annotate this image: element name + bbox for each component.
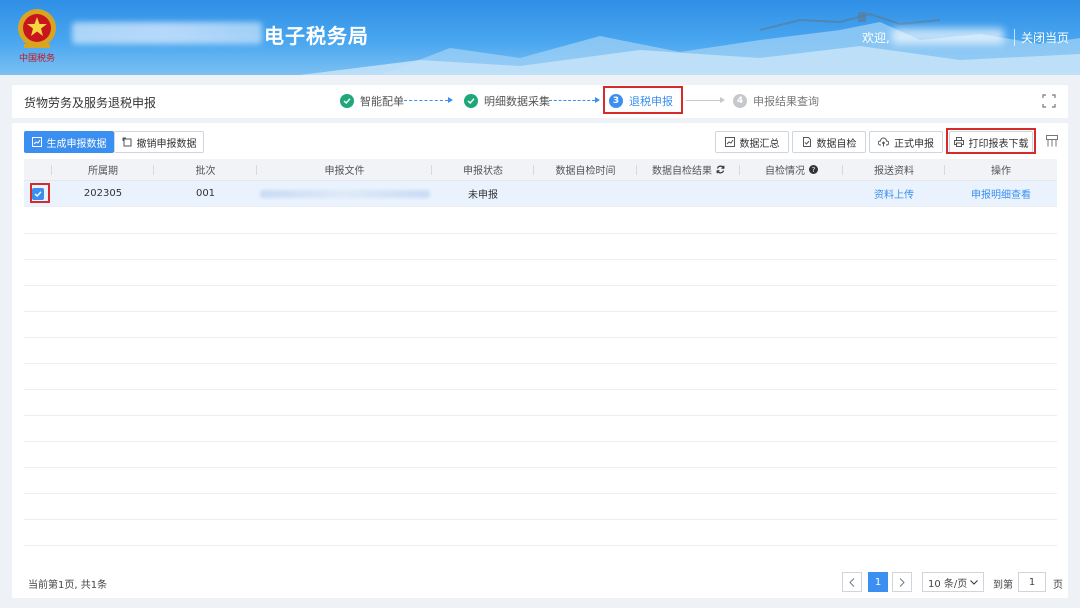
national-emblem-icon: 中国税务 (18, 9, 56, 64)
table-row-divider (24, 233, 1057, 234)
arrow-right-icon (720, 97, 725, 103)
table-row-divider (24, 441, 1057, 442)
site-header: 中国税务 电子税务局 欢迎, 关闭当页 (0, 0, 1080, 75)
step-connector (686, 100, 720, 101)
table-row-divider (24, 337, 1057, 338)
column-header-label: 数据自检结果 (652, 166, 712, 177)
column-header: 报送资料 (843, 159, 945, 180)
cloud-upload-icon (878, 137, 889, 147)
table-row-divider (24, 259, 1057, 260)
redacted-user-name (892, 28, 1004, 44)
svg-text:中国税务: 中国税务 (19, 52, 55, 64)
column-header-check-result: 数据自检结果 (637, 159, 740, 180)
redacted-file-name (259, 189, 430, 198)
step-detail-collection[interactable]: 明细数据采集 (464, 93, 550, 109)
highlight-box (30, 183, 50, 203)
formal-declaration-button[interactable]: 正式申报 (869, 131, 943, 153)
generate-declaration-button[interactable]: 生成申报数据 (24, 131, 114, 153)
select-column-header (24, 159, 52, 180)
button-label: 正式申报 (894, 138, 934, 150)
button-label: 数据自检 (816, 138, 857, 150)
table-row-divider (24, 285, 1057, 286)
redacted-bureau-name (72, 22, 262, 44)
chevron-right-icon (899, 577, 905, 587)
svg-text:?: ? (812, 166, 816, 174)
chevron-left-icon (849, 577, 855, 587)
pagination-summary: 当前第1页, 共1条 (28, 580, 108, 591)
check-circle-icon (340, 94, 354, 108)
highlight-box (603, 86, 683, 114)
column-header: 申报文件 (257, 159, 432, 180)
table-row-divider (24, 545, 1057, 546)
arrow-right-icon (595, 97, 600, 103)
page-size-value: 10 条/页 (928, 578, 968, 590)
page-number-button[interactable]: 1 (868, 572, 888, 592)
button-label: 生成申报数据 (46, 138, 107, 150)
arrow-right-icon (448, 97, 453, 103)
column-settings-icon[interactable] (1046, 135, 1058, 147)
refresh-icon[interactable] (716, 165, 725, 174)
upload-material-link[interactable]: 资料上传 (843, 181, 945, 206)
button-label: 数据汇总 (739, 138, 780, 150)
check-result-cell (637, 181, 740, 206)
step-label: 申报结果查询 (753, 95, 819, 108)
check-circle-icon (464, 94, 478, 108)
column-header: 申报状态 (432, 159, 534, 180)
step-smart-match[interactable]: 智能配单 (340, 93, 404, 109)
step-connector (404, 100, 448, 101)
button-label: 撤销申报数据 (136, 138, 197, 150)
batch-cell: 001 (195, 188, 216, 199)
column-header: 批次 (154, 159, 257, 180)
data-summary-button[interactable]: 数据汇总 (715, 131, 789, 153)
goto-page-input[interactable]: 1 (1018, 572, 1046, 592)
column-header: 操作 (991, 166, 1011, 177)
step-label: 明细数据采集 (484, 95, 550, 108)
chart-icon (31, 137, 42, 147)
period-cell: 202305 (83, 188, 123, 199)
table-row[interactable]: 202305 001 未申报 资料上传 申报明细查看 (24, 181, 1057, 207)
table-row-divider (24, 519, 1057, 520)
declaration-file-cell (257, 181, 432, 206)
column-header-label: 自检情况 (765, 166, 805, 177)
next-page-button[interactable] (892, 572, 912, 592)
welcome-text: 欢迎, (862, 31, 890, 45)
column-header: 数据自检时间 (534, 159, 637, 180)
close-page-link[interactable]: 关闭当页 (1014, 29, 1069, 46)
step-connector (549, 100, 595, 101)
page-title: 货物劳务及服务退税申报 (24, 96, 157, 110)
data-selfcheck-button[interactable]: 数据自检 (792, 131, 866, 153)
step-number-badge: 4 (733, 94, 747, 108)
help-circle-icon[interactable]: ? (809, 165, 818, 174)
page-size-select[interactable]: 10 条/页 (922, 572, 984, 592)
undo-icon (122, 137, 131, 147)
goto-label: 到第 (993, 580, 1013, 591)
chevron-down-icon (970, 579, 978, 585)
table-row-divider (24, 389, 1057, 390)
status-cell: 未申报 (468, 190, 498, 201)
table-row-divider (24, 467, 1057, 468)
table-header: 所属期 批次 申报文件 申报状态 数据自检时间 数据自检结果 自检情况 ? 报送… (24, 159, 1057, 181)
declaration-table: 所属期 批次 申报文件 申报状态 数据自检时间 数据自检结果 自检情况 ? 报送… (24, 159, 1057, 207)
step-result-query[interactable]: 4 申报结果查询 (733, 93, 819, 109)
chart-icon (724, 137, 735, 147)
fullscreen-icon[interactable] (1042, 94, 1056, 108)
page-unit-label: 页 (1053, 580, 1063, 591)
prev-page-button[interactable] (842, 572, 862, 592)
table-row-divider (24, 415, 1057, 416)
view-declaration-detail-link[interactable]: 申报明细查看 (945, 181, 1057, 206)
check-time-cell (534, 181, 637, 206)
table-row-divider (24, 311, 1057, 312)
table-row-divider (24, 363, 1057, 364)
main-panel: 生成申报数据 撤销申报数据 数据汇总 数据自检 正式申报 打印报表下载 所属期 … (12, 123, 1068, 598)
site-title: 电子税务局 (264, 24, 369, 48)
document-check-icon (802, 137, 811, 147)
column-header: 所属期 (52, 159, 154, 180)
table-row-divider (24, 493, 1057, 494)
check-info-cell (740, 181, 843, 206)
step-bar: 货物劳务及服务退税申报 智能配单 明细数据采集 3 退税申报 4 申报结果查询 (12, 85, 1068, 118)
column-header-check-info: 自检情况 ? (740, 159, 843, 180)
highlight-box (946, 128, 1036, 154)
step-label: 智能配单 (360, 95, 404, 108)
revoke-declaration-button[interactable]: 撤销申报数据 (114, 131, 204, 153)
